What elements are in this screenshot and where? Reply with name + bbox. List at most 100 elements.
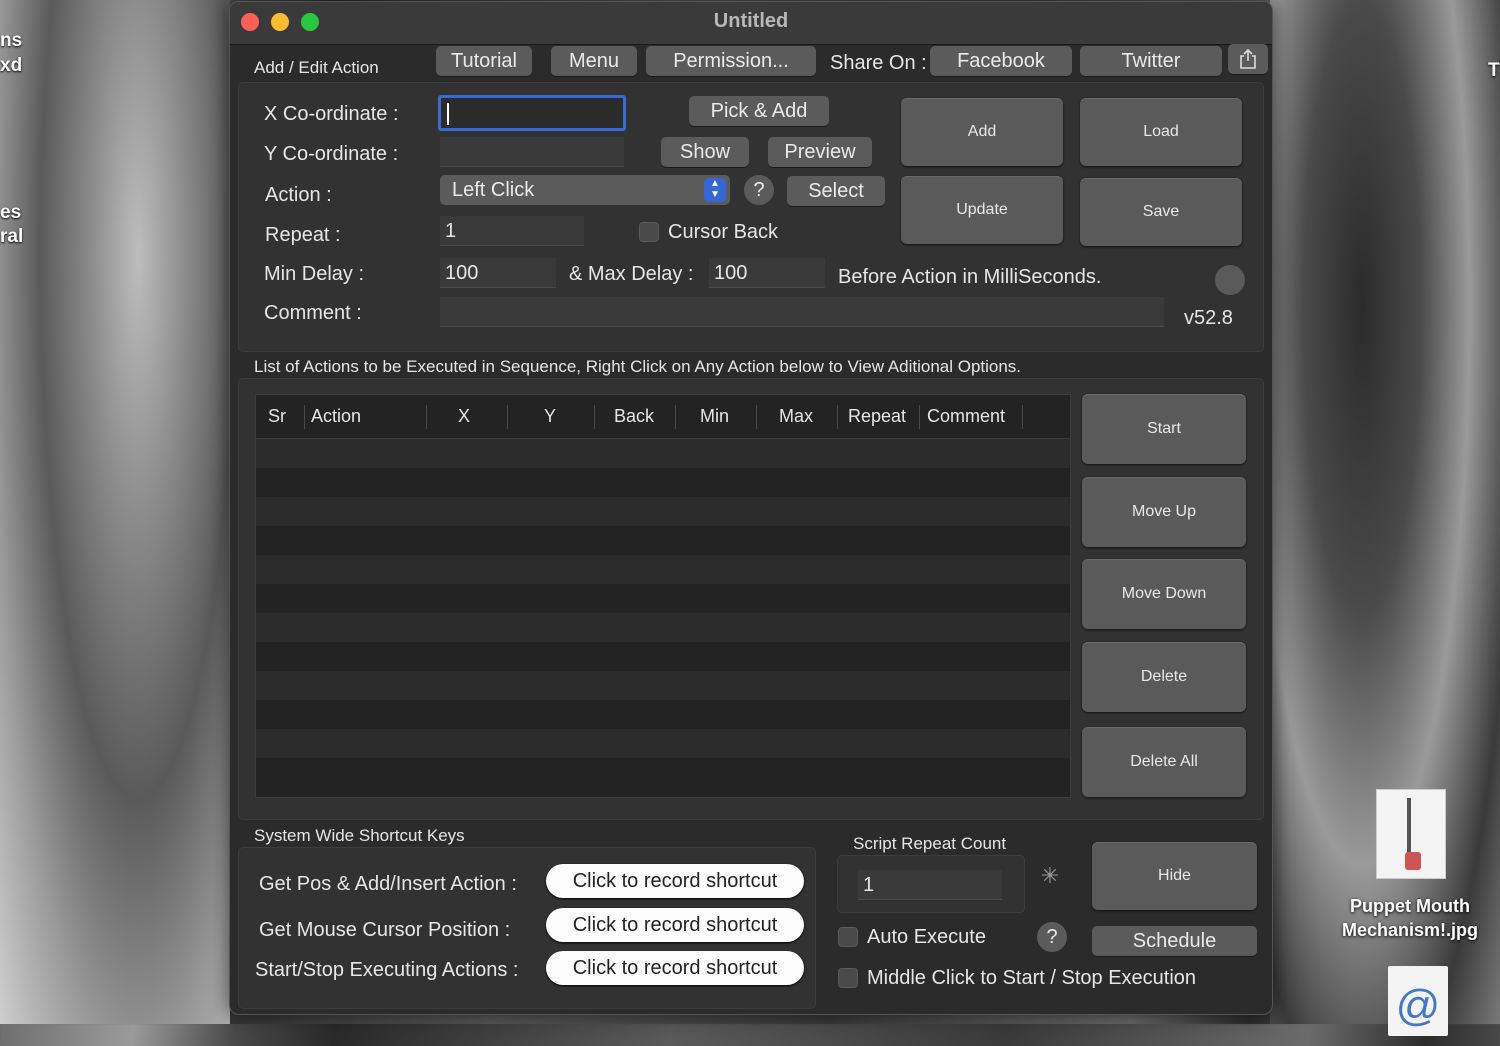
- table-row[interactable]: [256, 468, 1070, 497]
- text-cursor: [447, 103, 449, 125]
- middle-click-label: Middle Click to Start / Stop Execution: [867, 967, 1197, 989]
- schedule-button[interactable]: Schedule: [1092, 926, 1257, 956]
- share-icon-glyph: [1240, 48, 1256, 69]
- select-button[interactable]: Select: [787, 176, 885, 206]
- column-divider: [756, 405, 757, 429]
- loading-spinner-icon: ✳: [1040, 863, 1060, 888]
- column-divider: [594, 405, 595, 429]
- facebook-share-button[interactable]: Facebook: [930, 46, 1072, 76]
- column-divider: [675, 405, 676, 429]
- table-row[interactable]: [256, 613, 1070, 642]
- table-row[interactable]: [256, 439, 1070, 468]
- email-file-icon[interactable]: @: [1388, 966, 1448, 1036]
- pick-add-button[interactable]: Pick & Add: [689, 96, 829, 126]
- add-button[interactable]: Add: [901, 98, 1063, 166]
- column-header-repeat[interactable]: Repeat: [848, 406, 906, 427]
- title-bar: Untitled: [230, 2, 1272, 45]
- column-divider: [837, 405, 838, 429]
- app-window: Untitled Add / Edit Action Tutorial Menu…: [229, 1, 1273, 1015]
- hide-button[interactable]: Hide: [1092, 842, 1257, 910]
- auto-execute-label: Auto Execute: [867, 926, 986, 948]
- column-header-action[interactable]: Action: [311, 406, 361, 427]
- start-stop-shortcut-label: Start/Stop Executing Actions :: [255, 959, 519, 981]
- comment-input[interactable]: [440, 297, 1164, 327]
- table-header: Sr Action X Y Back Min Max Repeat Commen…: [256, 395, 1070, 439]
- desktop-text-fragment: T: [1488, 60, 1500, 81]
- desktop-file-label[interactable]: Puppet Mouth Mechanism!.jpg: [1330, 894, 1490, 942]
- column-header-min[interactable]: Min: [700, 406, 729, 427]
- auto-execute-checkbox[interactable]: [838, 927, 858, 947]
- action-list-caption: List of Actions to be Executed in Sequen…: [254, 357, 1022, 376]
- x-coordinate-label: X Co-ordinate :: [264, 103, 399, 125]
- table-row[interactable]: [256, 700, 1070, 729]
- middle-click-checkbox[interactable]: [838, 968, 858, 988]
- get-mouse-shortcut-label: Get Mouse Cursor Position :: [259, 919, 511, 941]
- y-coordinate-label: Y Co-ordinate :: [264, 143, 399, 165]
- table-row[interactable]: [256, 526, 1070, 555]
- comment-label: Comment :: [264, 302, 362, 324]
- start-button[interactable]: Start: [1082, 394, 1246, 464]
- repeat-input[interactable]: 1: [440, 216, 584, 246]
- column-header-x[interactable]: X: [458, 406, 470, 427]
- help-icon[interactable]: ?: [1037, 922, 1067, 952]
- start-stop-shortcut-recorder[interactable]: Click to record shortcut: [546, 951, 804, 985]
- column-header-y[interactable]: Y: [544, 406, 556, 427]
- column-header-max[interactable]: Max: [779, 406, 813, 427]
- permission-button[interactable]: Permission...: [646, 46, 816, 76]
- desktop-text-fragment: ral: [0, 226, 24, 247]
- image-file-icon[interactable]: [1376, 789, 1446, 879]
- shortcut-keys-title: System Wide Shortcut Keys: [254, 826, 465, 845]
- update-button[interactable]: Update: [901, 176, 1063, 244]
- column-header-sr[interactable]: Sr: [268, 406, 286, 427]
- column-divider: [507, 405, 508, 429]
- table-row[interactable]: [256, 758, 1070, 787]
- get-mouse-shortcut-recorder[interactable]: Click to record shortcut: [546, 908, 804, 942]
- script-repeat-count-label: Script Repeat Count: [853, 834, 1007, 853]
- delete-button[interactable]: Delete: [1082, 642, 1246, 712]
- column-divider: [919, 405, 920, 429]
- column-header-comment[interactable]: Comment: [927, 406, 1005, 427]
- table-row[interactable]: [256, 729, 1070, 758]
- move-up-button[interactable]: Move Up: [1082, 477, 1246, 547]
- preview-button[interactable]: Preview: [768, 137, 872, 167]
- version-label: v52.8: [1184, 307, 1233, 329]
- table-row[interactable]: [256, 497, 1070, 526]
- share-on-label: Share On :: [830, 52, 927, 74]
- action-select-value: Left Click: [452, 179, 535, 201]
- delete-all-button[interactable]: Delete All: [1082, 727, 1246, 797]
- desktop-text-fragment: ns: [0, 30, 23, 51]
- max-delay-label: & Max Delay :: [569, 263, 694, 285]
- help-icon[interactable]: ?: [744, 175, 774, 205]
- get-pos-shortcut-recorder[interactable]: Click to record shortcut: [546, 864, 804, 898]
- action-select[interactable]: Left Click ▲ ▼: [440, 175, 730, 205]
- table-row[interactable]: [256, 671, 1070, 700]
- column-divider: [304, 405, 305, 429]
- desktop-wallpaper-left: [0, 0, 230, 1024]
- tutorial-button[interactable]: Tutorial: [436, 46, 532, 76]
- load-button[interactable]: Load: [1080, 98, 1242, 166]
- menu-button[interactable]: Menu: [551, 46, 637, 76]
- table-row[interactable]: [256, 584, 1070, 613]
- action-table[interactable]: Sr Action X Y Back Min Max Repeat Commen…: [255, 394, 1071, 798]
- window-title: Untitled: [713, 10, 789, 32]
- script-repeat-count-input[interactable]: 1: [858, 870, 1002, 900]
- y-coordinate-input[interactable]: [440, 137, 624, 167]
- x-coordinate-input[interactable]: [438, 95, 626, 131]
- show-button[interactable]: Show: [661, 137, 749, 167]
- table-row[interactable]: [256, 555, 1070, 584]
- column-header-back[interactable]: Back: [614, 406, 654, 427]
- repeat-label: Repeat :: [265, 224, 341, 246]
- table-row[interactable]: [256, 642, 1070, 671]
- desktop-text-fragment: xd: [0, 55, 23, 76]
- min-delay-input[interactable]: 100: [440, 258, 556, 288]
- cursor-back-checkbox[interactable]: [639, 222, 659, 242]
- desktop-text-fragment: es: [0, 202, 22, 223]
- select-arrows-icon: ▲ ▼: [704, 178, 726, 202]
- twitter-share-button[interactable]: Twitter: [1080, 46, 1222, 76]
- column-divider: [426, 405, 427, 429]
- move-down-button[interactable]: Move Down: [1082, 559, 1246, 629]
- save-button[interactable]: Save: [1080, 178, 1242, 246]
- max-delay-input[interactable]: 100: [709, 258, 825, 288]
- delay-units-label: Before Action in MilliSeconds.: [838, 266, 1102, 288]
- share-icon[interactable]: [1228, 44, 1268, 74]
